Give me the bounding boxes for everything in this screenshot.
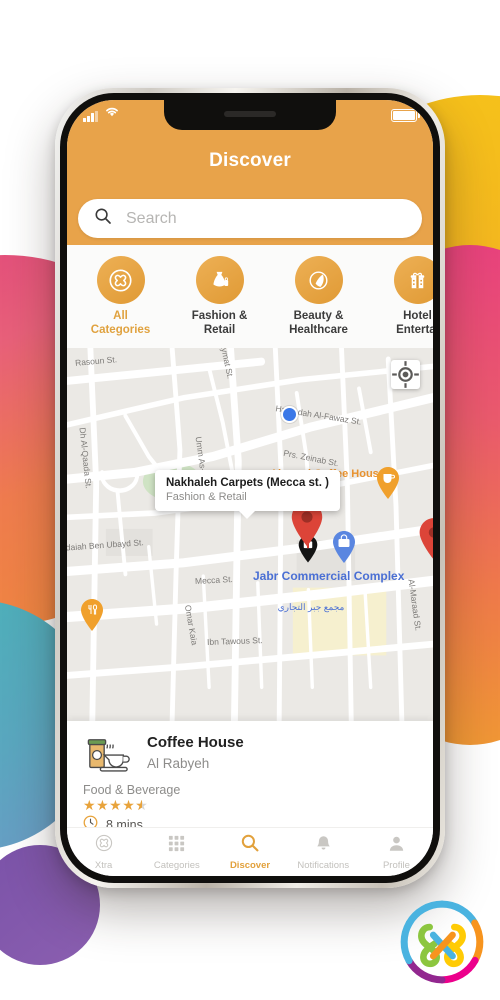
- category-label: Fashion & Retail: [191, 310, 248, 336]
- callout-subtitle: Fashion & Retail: [166, 491, 247, 503]
- phone-notch: [164, 100, 336, 130]
- wifi-icon: [104, 104, 120, 122]
- grid-icon: [167, 834, 186, 858]
- tab-label: Profile: [382, 859, 410, 871]
- dress-icon: [195, 256, 244, 304]
- category-label: All Categories: [90, 310, 151, 336]
- tab-label: Notifications: [297, 859, 350, 871]
- bell-icon: [314, 834, 333, 858]
- earpiece-speaker: [224, 111, 276, 117]
- signal-bars-icon: [83, 111, 98, 122]
- tab-notifications[interactable]: Notifications: [287, 834, 360, 871]
- xtra-logo-icon: [96, 256, 145, 304]
- search-placeholder: Search: [126, 209, 177, 227]
- category-label: Hotel Entertai: [396, 310, 433, 336]
- tab-label: Discover: [229, 860, 271, 871]
- rating-stars: ★ ★ ★ ★ ★★: [83, 798, 417, 812]
- star-half-icon: ★★: [135, 797, 148, 813]
- category-item-hotels-entertainment[interactable]: Hotel Entertai: [378, 256, 433, 337]
- category-item-all-categories[interactable]: All Categories: [81, 256, 160, 337]
- leaf-drop-icon: [294, 256, 343, 304]
- battery-icon: [391, 108, 420, 122]
- category-item-beauty-healthcare[interactable]: Beauty & Healthcare: [279, 256, 358, 337]
- place-area: Al Rabyeh: [147, 756, 210, 771]
- xtra-brand-logo: [398, 898, 486, 986]
- map-pin-blue-shop[interactable]: [331, 530, 357, 564]
- star-icon: ★: [96, 797, 109, 813]
- search-icon: [240, 833, 260, 858]
- map-roads: [67, 348, 433, 721]
- star-icon: ★: [122, 797, 135, 813]
- locate-me-button[interactable]: [391, 360, 420, 389]
- search-icon: [94, 207, 112, 230]
- tab-label: Categories: [153, 859, 200, 871]
- search-bar-container: Search: [67, 192, 433, 245]
- coffee-cup-icon: [83, 734, 133, 778]
- tab-categories[interactable]: Categories: [140, 834, 213, 871]
- phone-screen: Discover Search All Categories Fashion &…: [67, 100, 433, 876]
- map-view[interactable]: Rasoun St. aymat St. Hamadah Al-Fawaz St…: [67, 348, 433, 721]
- bottom-tab-bar[interactable]: Xtra Categories Discover Notifications P…: [67, 827, 433, 876]
- person-icon: [387, 834, 406, 858]
- tab-discover[interactable]: Discover: [213, 833, 286, 871]
- category-label: Beauty & Healthcare: [289, 310, 348, 336]
- callout-title: Nakhaleh Carpets (Mecca st. ): [166, 477, 329, 489]
- phone-bezel: Discover Search All Categories Fashion &…: [60, 93, 440, 883]
- blue-dot-icon: [281, 406, 298, 423]
- place-detail-card[interactable]: Coffee House Al Rabyeh Food & Beverage ★…: [67, 721, 433, 832]
- map-callout[interactable]: Nakhaleh Carpets (Mecca st. ) Fashion & …: [155, 470, 340, 511]
- tab-label: Xtra: [94, 860, 113, 871]
- tab-xtra[interactable]: Xtra: [67, 833, 140, 871]
- map-pin-orange-restaurant[interactable]: [79, 598, 105, 632]
- category-item-fashion-retail[interactable]: Fashion & Retail: [180, 256, 259, 337]
- phone-mockup: Discover Search All Categories Fashion &…: [55, 88, 445, 888]
- star-icon: ★: [83, 797, 96, 813]
- star-icon: ★: [109, 797, 122, 813]
- gift-building-icon: [393, 256, 433, 304]
- app-header: Discover: [67, 130, 433, 192]
- page-title: Discover: [209, 150, 291, 171]
- place-category: Food & Beverage: [83, 783, 181, 797]
- category-filter-row[interactable]: All Categories Fashion & Retail Beauty &…: [67, 245, 433, 348]
- map-pin-orange-coffee[interactable]: [375, 466, 401, 500]
- search-input[interactable]: Search: [78, 199, 422, 238]
- place-name: Coffee House: [147, 734, 244, 751]
- tab-profile[interactable]: Profile: [360, 834, 433, 871]
- xtra-logo-icon: [94, 833, 114, 858]
- map-pin-red-secondary[interactable]: [417, 516, 433, 562]
